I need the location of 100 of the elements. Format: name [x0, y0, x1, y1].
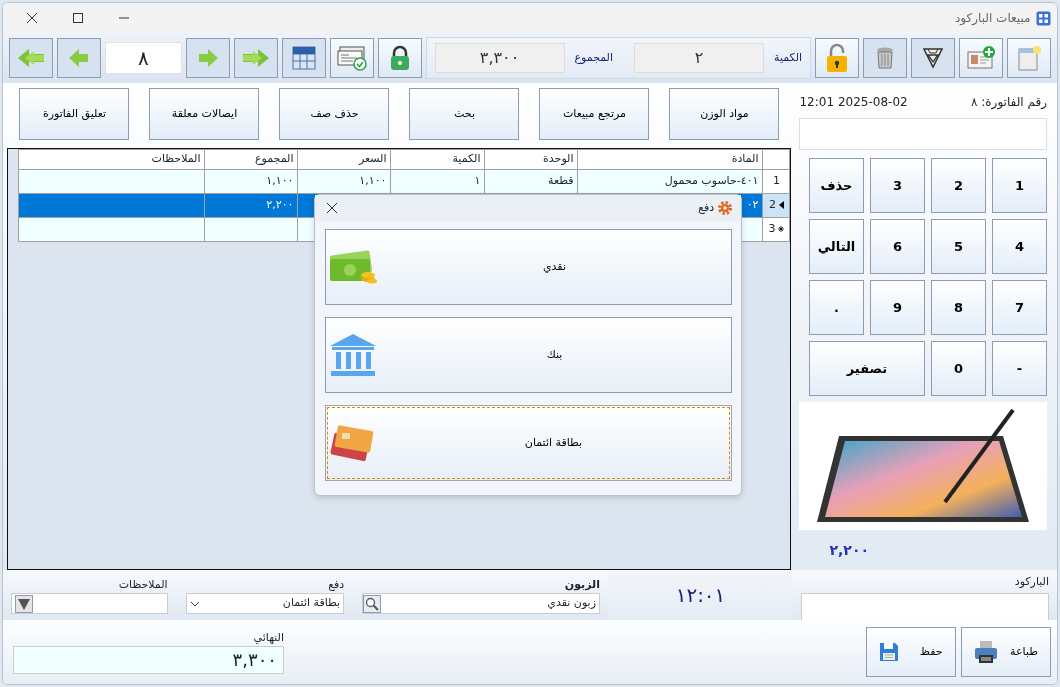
search-icon — [363, 594, 382, 613]
payment-select[interactable]: بطاقة ائتمان — [185, 593, 345, 614]
arrow-left-icon — [67, 47, 90, 69]
action-button[interactable]: ايصالات معلقة — [149, 88, 260, 140]
maximize-icon — [73, 13, 83, 23]
lock-button[interactable] — [815, 38, 860, 78]
keypad-key[interactable]: 3 — [870, 158, 925, 213]
bill-check-icon — [336, 45, 367, 71]
quantity-label: الكمية — [774, 49, 803, 66]
close-icon — [326, 202, 338, 214]
keypad-key[interactable]: 4 — [992, 219, 1047, 274]
keypad-key[interactable]: 2 — [931, 158, 986, 213]
keypad-key[interactable]: 7 — [992, 280, 1047, 335]
row-pointer-icon — [778, 200, 784, 209]
keypad-key[interactable]: 1 — [992, 158, 1047, 213]
total-value: ٣,٣٠٠ — [434, 43, 565, 73]
table-cell: ١,١٠٠ — [266, 174, 294, 188]
action-button[interactable]: بحث — [409, 88, 520, 140]
arrow-right-icon — [196, 47, 219, 69]
chevron-down-icon — [189, 600, 200, 607]
bank-icon — [328, 332, 378, 378]
keypad-key[interactable]: تصفير — [809, 341, 925, 396]
column-header: المادة — [578, 149, 763, 170]
customer-label: الزبون — [563, 576, 600, 593]
notes-field[interactable] — [11, 593, 168, 614]
invoice-number: رقم الفاتورة: ٨ — [971, 94, 1047, 111]
keypad-key[interactable]: 5 — [931, 219, 986, 274]
app-icon — [1036, 10, 1051, 26]
previous-button[interactable] — [57, 38, 101, 78]
keypad-key[interactable]: التالي — [809, 219, 864, 274]
final-total-field: ٣,٣٠٠ — [13, 646, 284, 675]
keypad-key[interactable]: - — [992, 341, 1047, 396]
customer-field[interactable]: زبون نقدي — [362, 593, 600, 614]
table-cell: ٤٠١-حاسوب محمول — [664, 174, 759, 188]
action-button[interactable]: طباعة — [961, 627, 1051, 677]
funnel-icon — [923, 47, 944, 69]
double-arrow-left-icon — [17, 47, 45, 69]
keypad-key[interactable]: 9 — [870, 280, 925, 335]
action-button[interactable]: تعليق الفاتورة — [19, 88, 130, 140]
lock-icon — [388, 45, 411, 71]
row-number: 3 — [768, 221, 776, 238]
total-label: المجموع — [574, 49, 613, 66]
new-button[interactable] — [1007, 38, 1051, 78]
new-row-icon — [778, 226, 785, 233]
invoice-datetime: 2025-08-02 12:01 — [799, 94, 908, 111]
keypad-key[interactable]: . — [809, 280, 864, 335]
keypad-key[interactable]: 6 — [870, 219, 925, 274]
printer-icon — [974, 640, 998, 664]
row-header[interactable]: 3 — [763, 217, 790, 242]
dialog-title: دفع — [698, 199, 715, 216]
document-icon — [1016, 44, 1042, 72]
padlock-icon — [825, 43, 850, 73]
keypad-key[interactable]: 0 — [931, 341, 986, 396]
trash-icon — [875, 46, 896, 70]
minimize-icon — [119, 17, 129, 19]
id-card-plus-icon — [966, 45, 996, 71]
payment-label: دفع — [327, 576, 345, 593]
column-header: الوحدة — [485, 149, 578, 170]
clock-display: ١٢:٠١ — [608, 570, 793, 620]
product-total: ٢,٢٠٠ — [828, 541, 870, 560]
keypad-key[interactable]: 8 — [931, 280, 986, 335]
table-cell: ٠٢ — [746, 198, 759, 212]
first-button[interactable] — [9, 38, 53, 78]
table-cell: قطعة — [548, 174, 574, 188]
window-title: مبيعات الباركود — [954, 10, 1031, 27]
final-total-label: النهائي — [252, 629, 284, 646]
action-button[interactable]: مرتجع مبيعات — [539, 88, 650, 140]
column-header: الكمية — [391, 149, 485, 170]
payment-option[interactable]: نقدي — [325, 229, 732, 305]
filter-button[interactable] — [911, 38, 956, 78]
column-header: المجموع — [205, 149, 298, 170]
row-number: 1 — [773, 173, 780, 190]
notes-label: الملاحظات — [117, 576, 168, 593]
close-icon — [26, 12, 38, 24]
table-cell: ٢,٢٠٠ — [266, 198, 294, 212]
action-button[interactable]: حفظ — [865, 627, 956, 677]
grid-icon — [291, 46, 316, 70]
cards-icon — [328, 424, 376, 462]
row-header[interactable]: 2 — [763, 193, 790, 218]
last-button[interactable] — [233, 38, 278, 78]
payment-option[interactable]: بطاقة ائتمان — [325, 405, 732, 481]
unlock-button[interactable] — [377, 38, 422, 78]
record-number-field[interactable]: ٨ — [104, 42, 182, 74]
column-header: السعر — [298, 149, 391, 170]
barcode-field[interactable] — [801, 592, 1049, 621]
entry-field[interactable] — [799, 118, 1047, 150]
dropdown-icon — [15, 594, 33, 613]
action-button[interactable]: حذف صف — [279, 88, 390, 140]
gear-icon — [717, 200, 733, 216]
row-header[interactable]: 1 — [763, 169, 790, 194]
keypad-key[interactable]: حذف — [809, 158, 864, 213]
payment-option[interactable]: بنك — [325, 317, 732, 393]
column-header: الملاحظات — [19, 149, 205, 170]
table-cell: ١,١٠٠ — [359, 174, 387, 188]
double-arrow-right-icon — [241, 47, 270, 69]
action-button[interactable]: مواد الوزن — [669, 88, 780, 140]
next-button[interactable] — [185, 38, 230, 78]
row-number: 2 — [769, 196, 777, 213]
grid-button[interactable] — [281, 38, 326, 78]
quantity-value: ٢ — [634, 43, 764, 73]
